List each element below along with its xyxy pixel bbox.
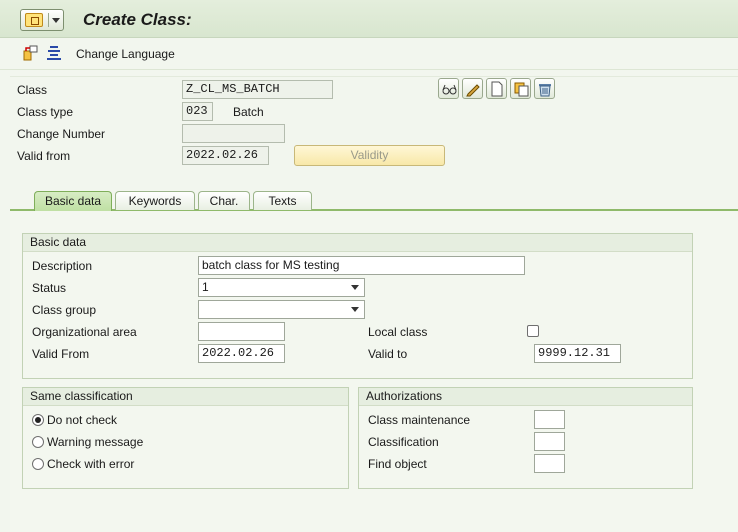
display-button[interactable] [438, 78, 459, 99]
valid-from-field[interactable]: 2022.02.26 [182, 146, 269, 165]
delete-button[interactable] [534, 78, 555, 99]
chevron-down-icon [52, 18, 60, 23]
status-select[interactable]: 1 [198, 278, 365, 297]
separator [48, 13, 49, 27]
class-label: Class [17, 83, 48, 97]
change-number-label: Change Number [17, 127, 106, 141]
window-menu-icon [25, 13, 43, 27]
class-type-label: Class type [17, 105, 74, 119]
create-button[interactable] [486, 78, 507, 99]
find-object-label: Find object [368, 457, 427, 471]
org-area-field[interactable] [198, 322, 285, 341]
description-label: Description [32, 259, 93, 273]
classification-label: Classification [368, 435, 439, 449]
valid-from-label-basic: Valid From [32, 347, 90, 361]
radio-do-not-check[interactable] [32, 414, 44, 426]
hierarchy-icon[interactable] [23, 45, 39, 61]
change-number-field[interactable] [182, 124, 285, 143]
class-maintenance-field[interactable] [534, 410, 565, 429]
group-title: Basic data [23, 234, 692, 252]
copy-button[interactable] [510, 78, 531, 99]
tab-char[interactable]: Char. [198, 191, 250, 210]
radio-check-with-error-label: Check with error [47, 457, 135, 471]
class-type-field[interactable]: 023 [182, 102, 213, 121]
chevron-down-icon [351, 285, 359, 290]
find-object-field[interactable] [534, 454, 565, 473]
group-title: Authorizations [359, 388, 692, 406]
chevron-down-icon [351, 307, 359, 312]
change-button[interactable] [462, 78, 483, 99]
tab-keywords[interactable]: Keywords [115, 191, 195, 210]
status-value: 1 [202, 280, 209, 294]
system-menu-button[interactable] [20, 9, 64, 31]
tab-texts[interactable]: Texts [253, 191, 312, 210]
tab-basic-data[interactable]: Basic data [34, 191, 112, 211]
valid-to-field[interactable]: 9999.12.31 [534, 344, 621, 363]
valid-to-label: Valid to [368, 347, 408, 361]
local-class-label: Local class [368, 325, 428, 339]
class-group-select[interactable] [198, 300, 365, 319]
description-field[interactable]: batch class for MS testing [198, 256, 525, 275]
radio-do-not-check-label: Do not check [47, 413, 118, 427]
org-area-label: Organizational area [32, 325, 137, 339]
divider [10, 76, 738, 77]
classification-field[interactable] [534, 432, 565, 451]
valid-from-label: Valid from [17, 149, 71, 163]
local-class-checkbox[interactable] [527, 325, 539, 337]
class-maintenance-label: Class maintenance [368, 413, 471, 427]
class-type-text: Batch [233, 105, 264, 119]
group-title: Same classification [23, 388, 348, 406]
class-group-label: Class group [32, 303, 97, 317]
class-field[interactable]: Z_CL_MS_BATCH [182, 80, 333, 99]
radio-warning-message-label: Warning message [47, 435, 144, 449]
validity-button[interactable]: Validity [294, 145, 445, 166]
status-label: Status [32, 281, 67, 295]
page-title: Create Class: [83, 10, 192, 29]
change-language-button[interactable]: Change Language [76, 47, 175, 61]
change-language-icon[interactable] [46, 45, 62, 61]
valid-from-field-basic[interactable]: 2022.02.26 [198, 344, 285, 363]
radio-warning-message[interactable] [32, 436, 44, 448]
radio-check-with-error[interactable] [32, 458, 44, 470]
